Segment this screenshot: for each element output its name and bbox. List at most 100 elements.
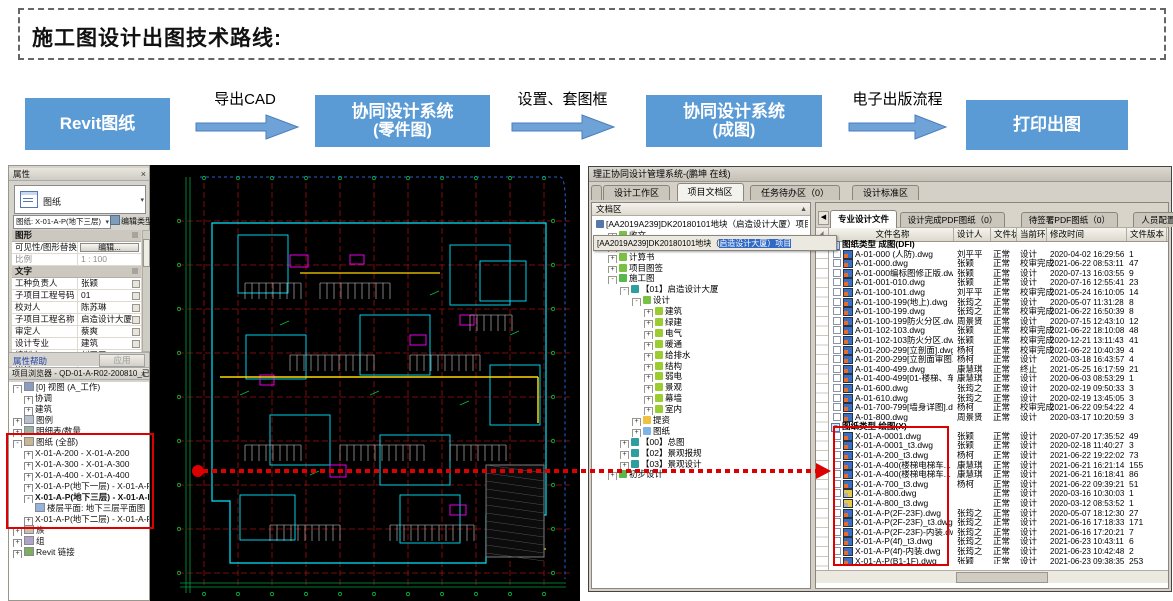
row-checkbox[interactable] [833, 269, 841, 277]
type-selector[interactable]: 图纸 ▾ [14, 185, 146, 214]
tree-item[interactable]: +协调 [9, 393, 149, 404]
doc-tree-item[interactable]: +初步设计 [594, 469, 808, 480]
expand-icon[interactable]: + [608, 266, 617, 274]
pin-icon[interactable] [132, 268, 138, 274]
expand-icon[interactable]: + [644, 342, 653, 350]
expand-icon[interactable]: + [608, 255, 617, 263]
doc-tree-item[interactable]: +暖通 [594, 339, 808, 350]
row-checkbox[interactable] [833, 317, 841, 325]
property-value[interactable]: 1 : 100 [78, 254, 141, 265]
collapse-icon[interactable]: ▲ [800, 203, 807, 216]
tree-item[interactable]: -[0] 视图 (A_工作) [9, 382, 149, 393]
tree-item[interactable]: +组 [9, 536, 149, 547]
instance-selector[interactable]: 图纸: X-01-A-P(地下三层) ▾ [13, 215, 111, 229]
tree-item[interactable]: +Revit 链接 [9, 547, 149, 558]
expand-icon[interactable]: + [644, 320, 653, 328]
associate-param-button[interactable] [132, 280, 140, 288]
doc-tree-item[interactable]: +计算书 [594, 252, 808, 263]
tab-1[interactable]: 项目文档区 [677, 183, 744, 201]
doc-tree-item[interactable]: -设计 [594, 295, 808, 306]
pane-tab-3[interactable]: 人员配置 [1133, 212, 1173, 227]
doc-tree-item[interactable]: +室内 [594, 404, 808, 415]
collapse-icon[interactable]: - [620, 287, 629, 295]
expand-icon[interactable]: + [608, 472, 617, 480]
row-checkbox[interactable] [833, 336, 841, 344]
row-checkbox[interactable] [833, 413, 841, 421]
pane-tab-1[interactable]: 设计完成PDF图纸（0） [900, 212, 1006, 227]
scrollbar-thumb[interactable] [143, 239, 150, 267]
expand-icon[interactable]: + [13, 550, 22, 558]
row-checkbox[interactable] [833, 365, 841, 373]
collapse-icon[interactable]: - [13, 385, 22, 393]
doc-tree-item[interactable]: +【02】景观报规 [594, 448, 808, 459]
expand-icon[interactable]: + [13, 418, 22, 426]
expand-icon[interactable]: + [620, 462, 629, 470]
expand-icon[interactable]: + [620, 451, 629, 459]
tab-scroll-left-icon[interactable]: ◀ [818, 211, 829, 225]
pane-tab-2[interactable]: 待签署PDF图纸（0） [1021, 212, 1118, 227]
edit-type-button[interactable]: 编辑类型 [110, 215, 147, 228]
expand-icon[interactable]: + [632, 418, 641, 426]
expand-icon[interactable]: + [13, 539, 22, 547]
expand-icon[interactable]: + [24, 396, 33, 404]
row-checkbox[interactable] [833, 394, 841, 402]
row-checkbox[interactable] [833, 307, 841, 315]
tab-3[interactable]: 设计标准区 [852, 185, 919, 201]
expand-icon[interactable]: + [644, 353, 653, 361]
doc-tree-item[interactable]: +景观 [594, 382, 808, 393]
collapse-icon[interactable]: - [632, 298, 641, 306]
mgmt-window-titlebar[interactable]: 理正协同设计管理系统-(鹏坤 在线) [589, 167, 1171, 182]
doc-tree-item[interactable]: +电气 [594, 328, 808, 339]
doc-tree-item[interactable]: +建筑 [594, 306, 808, 317]
row-checkbox[interactable] [833, 288, 841, 296]
row-checkbox[interactable] [833, 298, 841, 306]
expand-icon[interactable]: + [644, 364, 653, 372]
apply-button[interactable]: 应用 [99, 354, 145, 367]
expand-icon[interactable]: + [13, 528, 22, 536]
chevron-down-icon[interactable]: ▾ [105, 217, 109, 229]
doc-tree-item[interactable]: +给排水 [594, 350, 808, 361]
doc-tree-item[interactable]: +【00】总图 [594, 437, 808, 448]
properties-help-link[interactable]: 属性帮助 [13, 355, 47, 367]
row-checkbox[interactable] [833, 278, 841, 286]
doc-tree-item[interactable]: -施工图 [594, 273, 808, 284]
row-checkbox[interactable] [833, 346, 841, 354]
expand-icon[interactable]: + [644, 331, 653, 339]
expand-icon[interactable]: + [644, 374, 653, 382]
tree-item[interactable]: +建筑 [9, 404, 149, 415]
close-icon[interactable]: × [141, 368, 146, 380]
row-checkbox[interactable] [833, 374, 841, 382]
tab-0[interactable]: 设计工作区 [603, 185, 670, 201]
associate-param-button[interactable] [132, 328, 140, 336]
expand-icon[interactable]: + [644, 385, 653, 393]
expand-icon[interactable]: + [24, 407, 33, 415]
row-checkbox[interactable] [833, 259, 841, 267]
row-checkbox[interactable] [833, 384, 841, 392]
tab-stub[interactable] [591, 185, 602, 201]
close-icon[interactable]: × [141, 168, 146, 181]
expand-icon[interactable]: + [644, 396, 653, 404]
project-browser-titlebar[interactable]: 项目浏览器 - QD-01-A-R02-200810_已分... × [9, 367, 149, 380]
cad-floorplan-canvas[interactable] [150, 165, 580, 601]
expand-icon[interactable]: + [644, 309, 653, 317]
doc-tree-item[interactable]: +【03】景观设计 [594, 459, 808, 470]
doc-tree-item[interactable]: [AA2019A239]DK20180101地块（启造设计大厦）项目 [594, 219, 808, 230]
row-checkbox[interactable] [833, 403, 841, 411]
expand-icon[interactable]: + [644, 407, 653, 415]
doc-tree-item[interactable]: +弱电 [594, 371, 808, 382]
doc-tree-item[interactable]: +提资 [594, 415, 808, 426]
expand-icon[interactable]: + [620, 440, 629, 448]
scrollbar-thumb[interactable] [956, 572, 1048, 583]
doc-tree-item[interactable]: +绿建 [594, 317, 808, 328]
tree-item[interactable]: +图例 [9, 415, 149, 426]
doc-tree-item[interactable]: +项目图签 [594, 263, 808, 274]
pane-tab-0[interactable]: 专业设计文件 [830, 210, 897, 228]
chevron-down-icon[interactable]: ▾ [140, 196, 144, 204]
row-checkbox[interactable] [833, 326, 841, 334]
associate-param-button[interactable] [132, 292, 140, 300]
horizontal-scrollbar[interactable] [816, 570, 1168, 583]
doc-tree-item[interactable]: +结构 [594, 361, 808, 372]
expand-icon[interactable]: + [632, 429, 641, 437]
doc-tree-item[interactable]: +图纸 [594, 426, 808, 437]
doc-tree-item[interactable]: -【01】启造设计大厦 [594, 284, 808, 295]
